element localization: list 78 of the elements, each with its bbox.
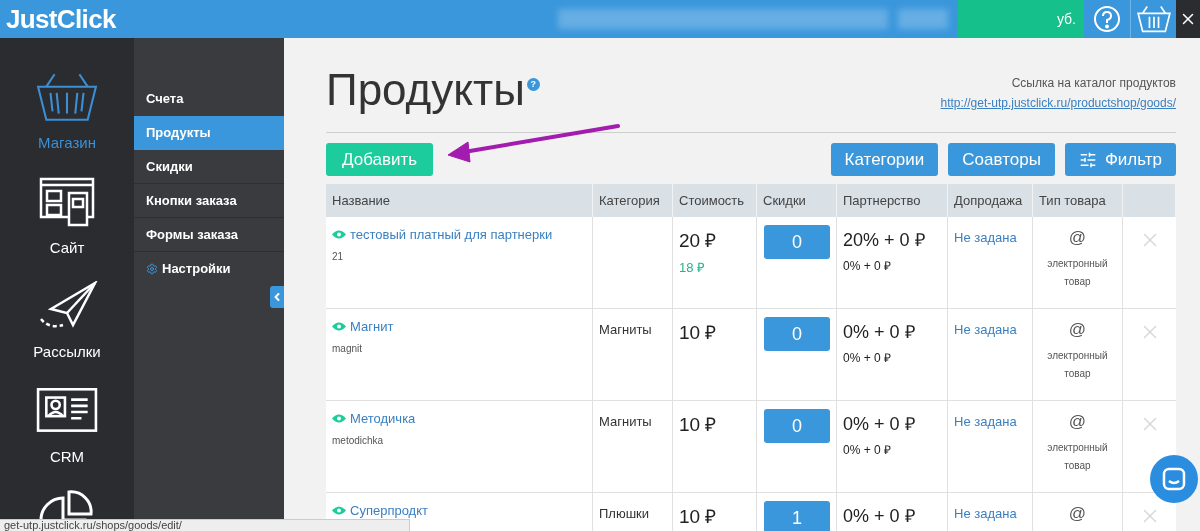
product-code: magnit (332, 341, 363, 356)
submenu-item[interactable]: Счета (134, 82, 284, 116)
partner-commission-secondary: 0% + 0 ₽ (843, 350, 892, 367)
column-header: Допродажа (954, 191, 1023, 210)
column-header: Название (332, 191, 391, 210)
column-header: Тип товара (1039, 191, 1106, 210)
price: 10 ₽ (679, 321, 717, 345)
discounts-button[interactable]: 0 (764, 317, 830, 351)
type-symbol: @ (1068, 503, 1087, 525)
product-type: электронный товар (1046, 256, 1109, 289)
submenu-item[interactable]: Кнопки заказа (134, 184, 284, 218)
partner-commission: 0% + 0 ₽ (843, 413, 915, 436)
price: 20 ₽ (679, 229, 717, 253)
product-code: metodichka (332, 433, 385, 448)
blurred-area (898, 9, 948, 29)
basket-icon (1136, 5, 1171, 33)
price: 10 ₽ (679, 505, 717, 529)
submenu-item[interactable]: Скидки (134, 150, 284, 184)
type-symbol: @ (1068, 227, 1087, 249)
column-header: Стоимость (679, 191, 745, 210)
close-button[interactable] (1176, 0, 1200, 38)
discounts-button[interactable]: 1 (764, 501, 830, 531)
column-header: Категория (599, 191, 660, 210)
submenu-item[interactable]: Настройки (134, 252, 284, 286)
settings-icon (146, 263, 158, 275)
product-link[interactable]: Суперпродкт (332, 501, 586, 521)
help-icon (1093, 5, 1121, 33)
price: 10 ₽ (679, 413, 717, 437)
toolbar-button[interactable]: Категории (830, 143, 939, 176)
partner-commission-secondary: 0% + 0 ₽ (843, 442, 892, 459)
table-cell: Плюшки (599, 506, 650, 521)
rail-item[interactable]: Сайт (36, 176, 98, 259)
partner-commission: 0% + 0 ₽ (843, 321, 915, 344)
catalog-label: Ссылка на каталог продуктов (1011, 75, 1176, 92)
partner-commission: 20% + 0 ₽ (843, 229, 925, 252)
rail-item[interactable]: CRM (36, 385, 98, 468)
product-type: электронный товар (1046, 440, 1109, 473)
sliders-icon (1078, 150, 1097, 169)
upsell-link[interactable]: Не задана (954, 322, 1017, 337)
table-cell: Магниты (599, 414, 652, 429)
partner-commission: 0% + 0 ₽ (843, 505, 915, 528)
basket-icon (36, 72, 98, 122)
chat-button[interactable] (1150, 455, 1198, 503)
column-header: Партнерство (843, 191, 921, 210)
submenu-item[interactable]: Продукты (134, 116, 284, 150)
chat-icon (1162, 467, 1186, 491)
type-symbol: @ (1068, 411, 1087, 433)
product-link[interactable]: тестовый платный для партнерки (332, 225, 586, 245)
table-cell: Магниты (599, 322, 652, 337)
discounts-button[interactable]: 0 (764, 225, 830, 259)
product-code: 21 (332, 249, 345, 264)
collapse-button[interactable] (270, 286, 284, 308)
toolbar-button[interactable]: Соавторы (948, 143, 1055, 176)
status-url: get-utp.justclick.ru/shops/goods/edit/ (4, 520, 182, 531)
upsell-link[interactable]: Не задана (954, 230, 1017, 245)
rail-item[interactable]: Магазин (36, 72, 98, 155)
balance-text: уб. (1056, 9, 1076, 29)
product-link[interactable]: Методичка (332, 409, 586, 429)
upsell-link[interactable]: Не задана (954, 506, 1017, 521)
partner-commission-secondary: 0% + 0 ₽ (843, 258, 892, 275)
eye-icon (332, 230, 346, 240)
column-header: Скидки (763, 191, 806, 210)
page-title: Продукты (326, 64, 525, 116)
eye-icon (332, 322, 346, 332)
rail-item[interactable]: Рассылки (33, 281, 101, 364)
eye-icon (332, 506, 346, 516)
filter-button[interactable]: Фильтр (1064, 143, 1176, 176)
eye-icon (332, 414, 346, 424)
product-type: электронный товар (1046, 348, 1109, 381)
catalog-link[interactable]: http://get-utp.justclick.ru/productshop/goods/ (940, 94, 1176, 112)
product-link[interactable]: Магнит (332, 317, 586, 337)
upsell-link[interactable]: Не задана (954, 414, 1017, 429)
type-symbol: @ (1068, 319, 1087, 341)
discounts-button[interactable]: 0 (764, 409, 830, 443)
submenu-item[interactable]: Формы заказа (134, 218, 284, 252)
logo: JustClick (6, 2, 116, 36)
help-badge[interactable]: ? (526, 78, 540, 91)
sale-price: 18 ₽ (679, 258, 706, 277)
